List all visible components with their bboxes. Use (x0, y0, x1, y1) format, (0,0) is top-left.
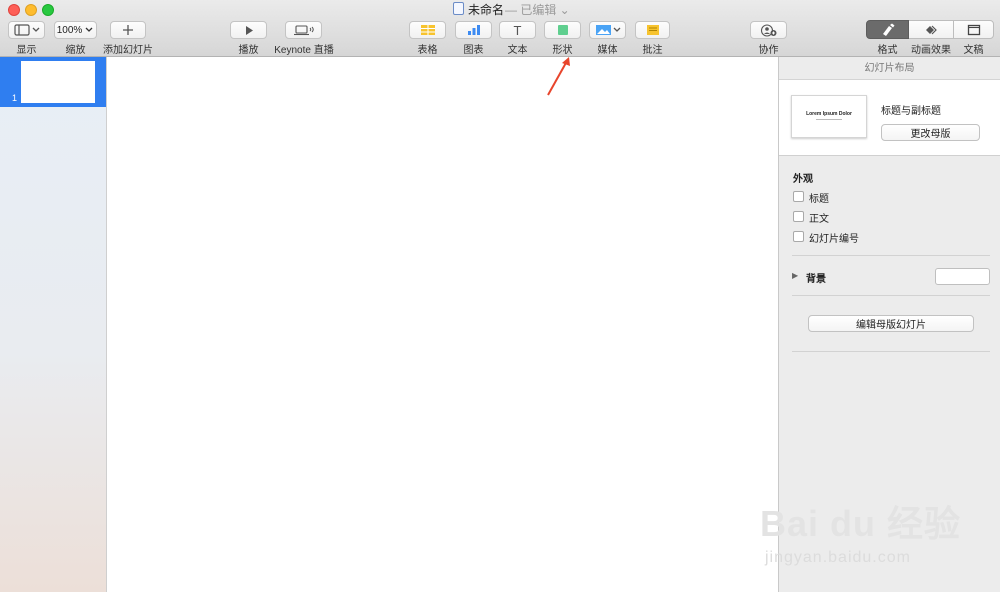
broadcast-icon (293, 25, 314, 36)
view-label: 显示 (16, 45, 37, 56)
comment-button[interactable] (635, 21, 670, 39)
body-checkbox[interactable] (793, 211, 804, 222)
minimize-window-button[interactable] (25, 4, 37, 16)
text-button[interactable]: T (499, 21, 536, 39)
annotation-arrow (547, 57, 570, 96)
document-square-icon (967, 24, 980, 35)
title-checkbox[interactable] (793, 191, 804, 202)
format-tab[interactable] (866, 20, 909, 39)
table-label: 表格 (417, 45, 438, 56)
text-icon: T (513, 22, 522, 38)
play-icon (245, 25, 253, 35)
format-label: 格式 (877, 45, 898, 56)
animate-tab[interactable] (909, 20, 953, 39)
comment-label: 批注 (642, 45, 663, 56)
paintbrush-icon (882, 23, 894, 36)
watermark-logo: Bai du 经验 (760, 503, 962, 544)
diamond-icon (926, 25, 937, 34)
disclosure-triangle-icon[interactable]: ▶ (792, 271, 798, 280)
background-label: 背景 (806, 274, 826, 285)
document-tab[interactable] (953, 20, 994, 39)
slide-number-checkbox[interactable] (793, 231, 804, 242)
chart-label: 图表 (463, 45, 484, 56)
animate-label: 动画效果 (911, 45, 951, 56)
sidebar-icon (13, 24, 39, 36)
slide-thumbnail[interactable] (21, 61, 95, 103)
background-color-well[interactable] (935, 268, 990, 285)
slide-number-checkbox-label: 幻灯片编号 (809, 234, 859, 245)
add-slide-label: 添加幻灯片 (103, 45, 153, 56)
zoom-window-button[interactable] (42, 4, 54, 16)
chart-button[interactable] (455, 21, 492, 39)
zoom-value: 100% (56, 24, 83, 36)
collaborate-icon (760, 23, 776, 37)
slide-navigator[interactable] (0, 57, 107, 592)
slide-canvas[interactable] (107, 57, 778, 592)
media-button[interactable] (589, 21, 626, 39)
zoom-label: 缩放 (65, 45, 86, 56)
panel-title: 幻灯片布局 (779, 57, 1000, 80)
divider (792, 295, 990, 296)
watermark-site: jingyan.baidu.com (765, 549, 911, 566)
divider (792, 255, 990, 256)
chevron-down-icon (85, 27, 93, 32)
comment-icon (646, 25, 659, 35)
divider (792, 351, 990, 352)
keynote-live-button[interactable] (285, 21, 322, 39)
document-label: 文稿 (963, 45, 984, 56)
collaborate-label: 协作 (758, 45, 779, 56)
view-button[interactable] (8, 21, 45, 39)
keynote-live-label: Keynote 直播 (274, 45, 334, 56)
table-button[interactable] (409, 21, 446, 39)
master-thumb-text: Lorem Ipsum Dolor (806, 111, 852, 117)
body-checkbox-label: 正文 (809, 214, 829, 225)
add-slide-button[interactable] (110, 21, 146, 39)
close-window-button[interactable] (8, 4, 20, 16)
master-thumb-subtitle-line (816, 119, 842, 120)
shape-icon (557, 25, 568, 35)
media-icon (595, 25, 620, 35)
collaborate-button[interactable] (750, 21, 787, 39)
appearance-heading: 外观 (793, 174, 813, 185)
shape-button[interactable] (544, 21, 581, 39)
table-icon (420, 25, 435, 35)
play-button[interactable] (230, 21, 267, 39)
master-name: 标题与副标题 (881, 106, 941, 117)
text-label: 文本 (507, 45, 528, 56)
title-checkbox-label: 标题 (809, 194, 829, 205)
plus-icon (123, 25, 133, 35)
document-icon (453, 2, 464, 15)
slide-number: 1 (12, 93, 18, 103)
bar-chart-icon (467, 25, 480, 35)
play-label: 播放 (238, 45, 259, 56)
change-master-button[interactable]: 更改母版 (881, 124, 980, 141)
window-title[interactable]: 未命名 (468, 1, 504, 18)
media-label: 媒体 (597, 45, 618, 56)
edit-master-button[interactable]: 编辑母版幻灯片 (808, 315, 974, 332)
edited-status[interactable]: — 已编辑 ⌄ (505, 1, 570, 18)
zoom-select[interactable]: 100% (54, 21, 97, 39)
